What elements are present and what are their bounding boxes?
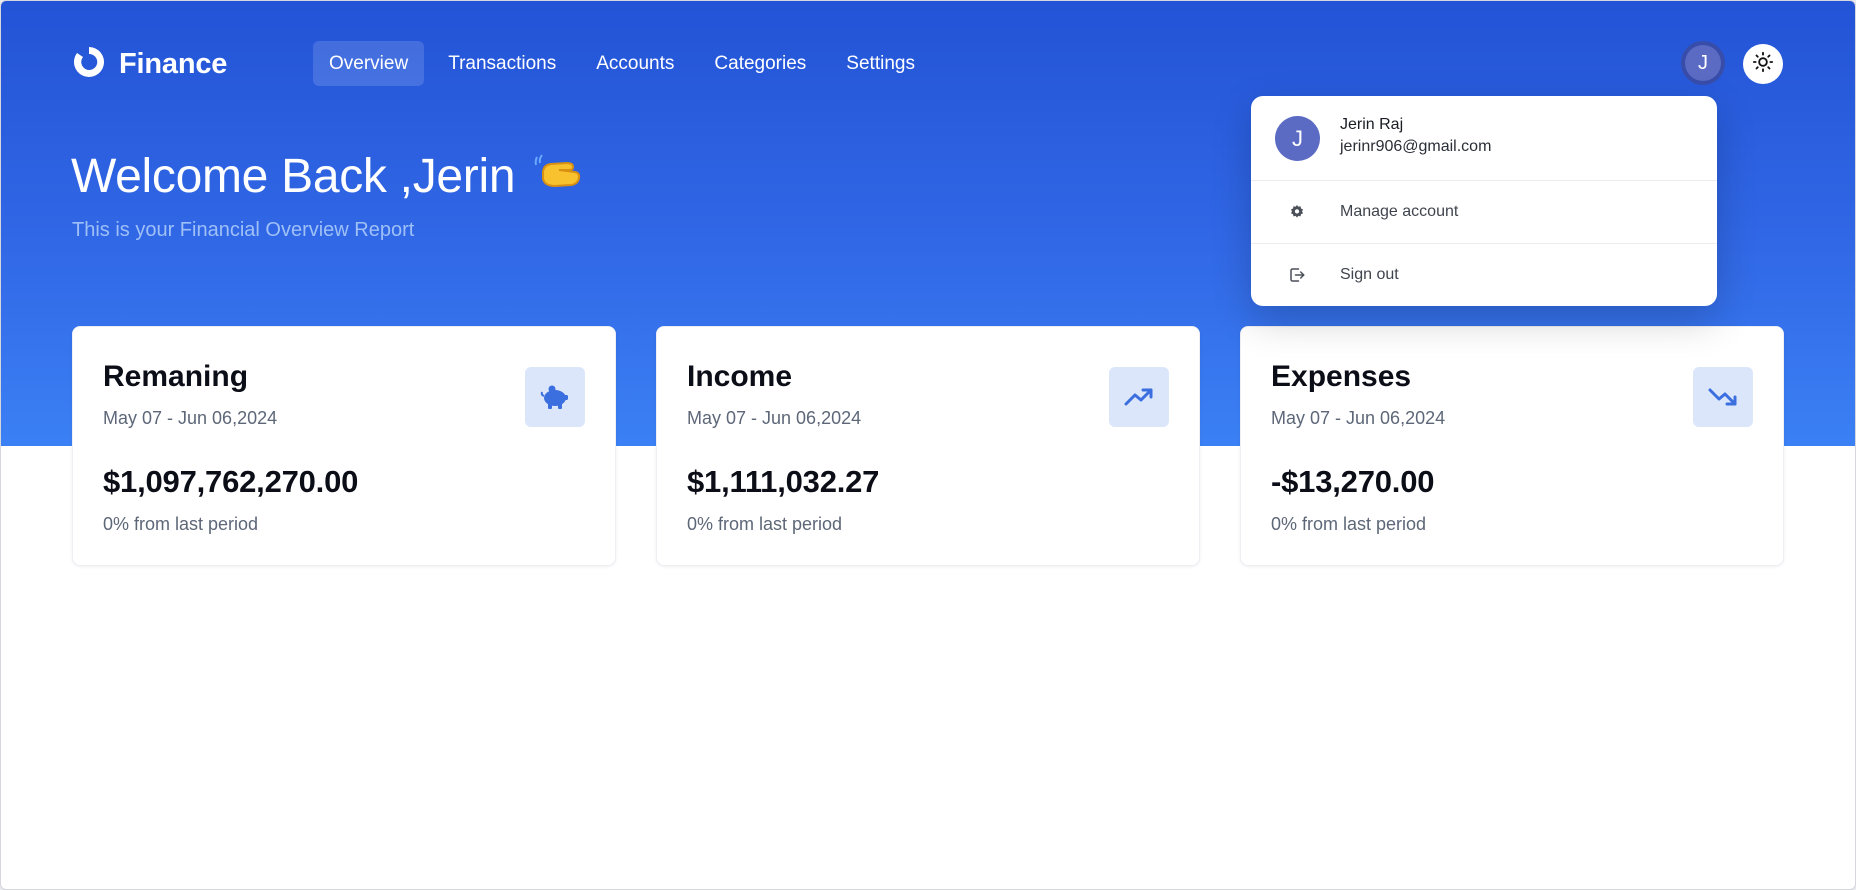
welcome-subtitle: This is your Financial Overview Report	[72, 219, 415, 241]
card-date-range: May 07 - Jun 06,2024	[687, 408, 862, 428]
sun-icon	[1752, 51, 1774, 78]
gear-icon	[1288, 203, 1306, 221]
card-change: 0% from last period	[1271, 514, 1427, 534]
wave-emoji-icon	[533, 151, 585, 202]
card-date-range: May 07 - Jun 06,2024	[103, 408, 278, 428]
nav-transactions[interactable]: Transactions	[432, 41, 572, 86]
card-title: Expenses	[1271, 360, 1412, 393]
nav-overview[interactable]: Overview	[313, 41, 425, 86]
income-card: Income May 07 - Jun 06,2024 $1,111,032.2…	[656, 326, 1200, 566]
card-amount: -$13,270.00	[1271, 464, 1435, 499]
welcome-heading: Welcome Back ,Jerin	[71, 149, 585, 204]
card-change: 0% from last period	[687, 514, 843, 534]
card-change: 0% from last period	[103, 514, 259, 534]
user-name: Jerin Raj	[1340, 116, 1404, 133]
nav-accounts[interactable]: Accounts	[580, 41, 690, 86]
theme-toggle-button[interactable]	[1743, 44, 1783, 84]
welcome-title: Welcome Back ,Jerin	[71, 150, 516, 203]
user-menu-dropdown: J Jerin Raj jerinr906@gmail.com Manage a…	[1251, 96, 1717, 306]
sign-out-icon	[1288, 266, 1306, 284]
manage-account-item[interactable]: Manage account	[1251, 181, 1717, 243]
card-amount: $1,111,032.27	[687, 464, 880, 499]
trending-down-icon	[1693, 367, 1753, 427]
trending-up-icon	[1109, 367, 1169, 427]
main-nav: Overview Transactions Accounts Categorie…	[313, 41, 931, 86]
logo-text: Finance	[119, 47, 228, 80]
remaining-card: Remaning May 07 - Jun 06,2024 $1,097,762…	[72, 326, 616, 566]
sign-out-label: Sign out	[1340, 266, 1399, 283]
nav-categories[interactable]: Categories	[698, 41, 822, 86]
app-window: Finance Overview Transactions Accounts C…	[0, 0, 1856, 890]
logo[interactable]: Finance	[71, 44, 227, 84]
avatar: J	[1275, 116, 1320, 161]
user-email: jerinr906@gmail.com	[1340, 138, 1492, 155]
card-title: Income	[687, 360, 793, 393]
expenses-card: Expenses May 07 - Jun 06,2024 -$13,270.0…	[1240, 326, 1784, 566]
card-amount: $1,097,762,270.00	[103, 464, 359, 499]
manage-account-label: Manage account	[1340, 203, 1459, 220]
nav-settings[interactable]: Settings	[830, 41, 931, 86]
logo-icon	[71, 44, 107, 85]
piggy-bank-icon	[525, 367, 585, 427]
user-avatar-button[interactable]: J	[1681, 41, 1725, 85]
card-date-range: May 07 - Jun 06,2024	[1271, 408, 1446, 428]
user-profile-summary: J Jerin Raj jerinr906@gmail.com	[1251, 96, 1717, 180]
sign-out-item[interactable]: Sign out	[1251, 244, 1717, 306]
card-title: Remaning	[103, 360, 249, 393]
